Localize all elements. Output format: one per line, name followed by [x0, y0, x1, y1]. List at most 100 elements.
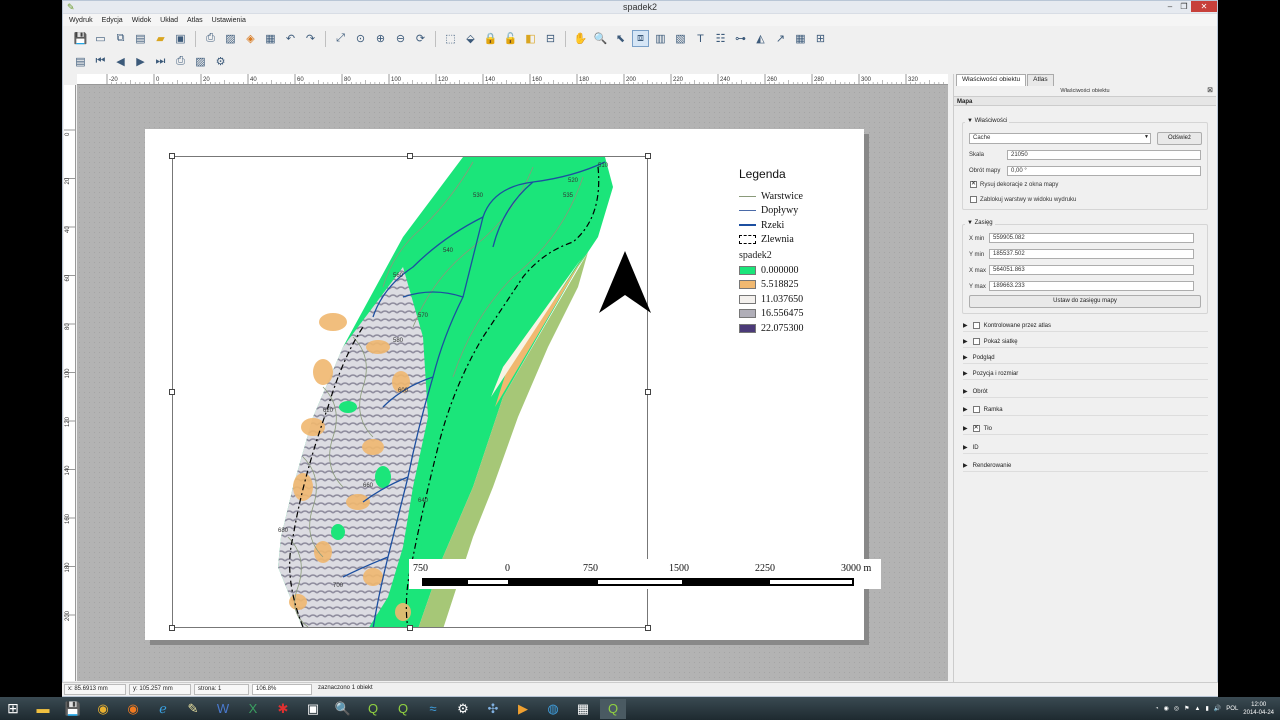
- zoom-tool-icon[interactable]: 🔍: [592, 30, 609, 47]
- language-indicator[interactable]: POL: [1226, 706, 1238, 712]
- duplicate-composer-icon[interactable]: ⧉: [112, 30, 129, 47]
- collapsible-section[interactable]: ▶ ID: [963, 442, 1208, 454]
- network-icon[interactable]: ▮: [1205, 705, 1208, 712]
- draw-decor-checkbox[interactable]: ✕: [970, 181, 977, 188]
- qgis2-taskbar-icon[interactable]: Q: [390, 699, 416, 719]
- add-legend-icon[interactable]: ☷: [712, 30, 729, 47]
- set-to-map-extent-button[interactable]: Ustaw do zasięgu mapy: [969, 295, 1201, 308]
- zoom-full-icon[interactable]: ⤢: [332, 30, 349, 47]
- rotation-input[interactable]: 0,00 °: [1007, 166, 1201, 176]
- tray-icon[interactable]: ◉: [1164, 705, 1169, 712]
- chevron-right-icon[interactable]: ▶: [963, 388, 968, 395]
- resize-handle[interactable]: [645, 389, 651, 395]
- zoom-combo[interactable]: 106.8%: [252, 684, 312, 695]
- app-box-icon[interactable]: ▦: [570, 699, 596, 719]
- redo-icon[interactable]: ↷: [302, 30, 319, 47]
- add-arrow-icon[interactable]: ↗: [772, 30, 789, 47]
- resize-handle[interactable]: [645, 153, 651, 159]
- raise-icon[interactable]: ◧: [522, 30, 539, 47]
- media-player-icon[interactable]: ▶: [510, 699, 536, 719]
- notepad-icon[interactable]: ✎: [180, 699, 206, 719]
- collapsible-section[interactable]: ▶ ✕ Tło: [963, 423, 1208, 435]
- tray-icon[interactable]: ◔: [1155, 706, 1159, 712]
- firefox-icon[interactable]: ◉: [120, 699, 146, 719]
- app-gear-icon[interactable]: ⚙: [450, 699, 476, 719]
- chevron-right-icon[interactable]: ▶: [963, 425, 968, 432]
- collapsible-section[interactable]: ▶ Obrót: [963, 386, 1208, 398]
- collapsible-section[interactable]: ▶ Ramka: [963, 404, 1208, 416]
- undo-icon[interactable]: ↶: [282, 30, 299, 47]
- volume-icon[interactable]: 🔊: [1214, 705, 1221, 712]
- zoom-out-icon[interactable]: ⊖: [392, 30, 409, 47]
- save-template-icon[interactable]: ▣: [172, 30, 189, 47]
- chevron-right-icon[interactable]: ▶: [963, 370, 968, 377]
- next-feature-icon[interactable]: ▶: [132, 53, 149, 70]
- word-icon[interactable]: W: [210, 699, 236, 719]
- close-panel-icon[interactable]: ⊠: [1207, 86, 1213, 96]
- last-feature-icon[interactable]: ⏭: [152, 53, 169, 70]
- menu-edycja[interactable]: Edycja: [102, 17, 123, 24]
- menu-wydruk[interactable]: Wydruk: [69, 17, 93, 24]
- zoom-100-icon[interactable]: ⊙: [352, 30, 369, 47]
- new-composer-icon[interactable]: ▭: [92, 30, 109, 47]
- print-atlas-icon[interactable]: ⎙: [172, 53, 189, 70]
- chevron-right-icon[interactable]: ▶: [963, 354, 968, 361]
- print-icon[interactable]: ⎙: [202, 30, 219, 47]
- chevron-down-icon[interactable]: ▼: [967, 118, 973, 124]
- export-atlas-icon[interactable]: ▨: [192, 53, 209, 70]
- clock[interactable]: 12:00 2014-04-24: [1243, 701, 1274, 717]
- xmin-input[interactable]: 559905.082: [989, 233, 1194, 243]
- collapsible-section[interactable]: ▶ Pokaż siatkę: [963, 336, 1208, 348]
- lock-icon[interactable]: 🔒: [482, 30, 499, 47]
- ymax-input[interactable]: 189663.233: [989, 281, 1194, 291]
- resize-handle[interactable]: [169, 389, 175, 395]
- ymin-input[interactable]: 185537.502: [989, 249, 1194, 259]
- map-item[interactable]: 510 520 530 535 540 560 570 580 600 620 640 660 680 7…: [172, 156, 648, 628]
- tab-item-properties[interactable]: Właściwości obiektu: [956, 74, 1027, 86]
- add-scalebar-icon[interactable]: ⊶: [732, 30, 749, 47]
- resize-handle[interactable]: [407, 625, 413, 631]
- add-image-icon[interactable]: ▧: [672, 30, 689, 47]
- ungroup-icon[interactable]: ⬙: [462, 30, 479, 47]
- export-pdf-icon[interactable]: ▦: [262, 30, 279, 47]
- file-explorer-icon[interactable]: ▬: [30, 699, 56, 719]
- north-arrow-icon[interactable]: [597, 249, 653, 315]
- section-checkbox[interactable]: [972, 338, 980, 345]
- tray-icon[interactable]: ▲: [1195, 706, 1201, 712]
- atlas-settings-icon[interactable]: ⚙: [212, 53, 229, 70]
- align-icon[interactable]: ⊟: [542, 30, 559, 47]
- section-checkbox[interactable]: [972, 322, 980, 329]
- add-map-icon[interactable]: ▥: [652, 30, 669, 47]
- search-app-icon[interactable]: 🔍: [330, 699, 356, 719]
- add-html-icon[interactable]: ⊞: [812, 30, 829, 47]
- ie-icon[interactable]: ℯ: [150, 699, 176, 719]
- collapsible-section[interactable]: ▶ Renderowanie: [963, 460, 1208, 472]
- xmax-input[interactable]: 564051.863: [989, 265, 1194, 275]
- select-move-icon[interactable]: ⬉: [612, 30, 629, 47]
- globe-icon[interactable]: ◍: [540, 699, 566, 719]
- move-content-icon[interactable]: ⧈: [632, 30, 649, 47]
- app-screen-icon[interactable]: ▣: [300, 699, 326, 719]
- pan-icon[interactable]: ✋: [572, 30, 589, 47]
- zoom-in-icon[interactable]: ⊕: [372, 30, 389, 47]
- qgis-taskbar-icon[interactable]: Q: [360, 699, 386, 719]
- group-icon[interactable]: ⬚: [442, 30, 459, 47]
- add-table-icon[interactable]: ▦: [792, 30, 809, 47]
- lock-layers-checkbox[interactable]: [970, 196, 977, 203]
- resize-handle[interactable]: [645, 625, 651, 631]
- collapsible-section[interactable]: ▶ Kontrolowane przez atlas: [963, 320, 1208, 332]
- chrome-icon[interactable]: ◉: [90, 699, 116, 719]
- add-shape-icon[interactable]: ◭: [752, 30, 769, 47]
- save-icon[interactable]: 💾: [72, 30, 89, 47]
- app-puzzle-icon[interactable]: ✣: [480, 699, 506, 719]
- chevron-down-icon[interactable]: ▼: [967, 220, 973, 226]
- legend-item[interactable]: Legenda Warstwice Dopływy Rzeki Zlewnia spa…: [739, 167, 869, 336]
- chevron-right-icon[interactable]: ▶: [963, 444, 968, 451]
- section-checkbox[interactable]: ✕: [972, 425, 980, 432]
- export-image-icon[interactable]: ▨: [222, 30, 239, 47]
- refresh-button[interactable]: Odśwież: [1157, 132, 1202, 145]
- excel-icon[interactable]: X: [240, 699, 266, 719]
- collapsible-section[interactable]: ▶ Podgląd: [963, 352, 1208, 364]
- chevron-right-icon[interactable]: ▶: [963, 322, 968, 329]
- menu-uklad[interactable]: Układ: [160, 17, 178, 24]
